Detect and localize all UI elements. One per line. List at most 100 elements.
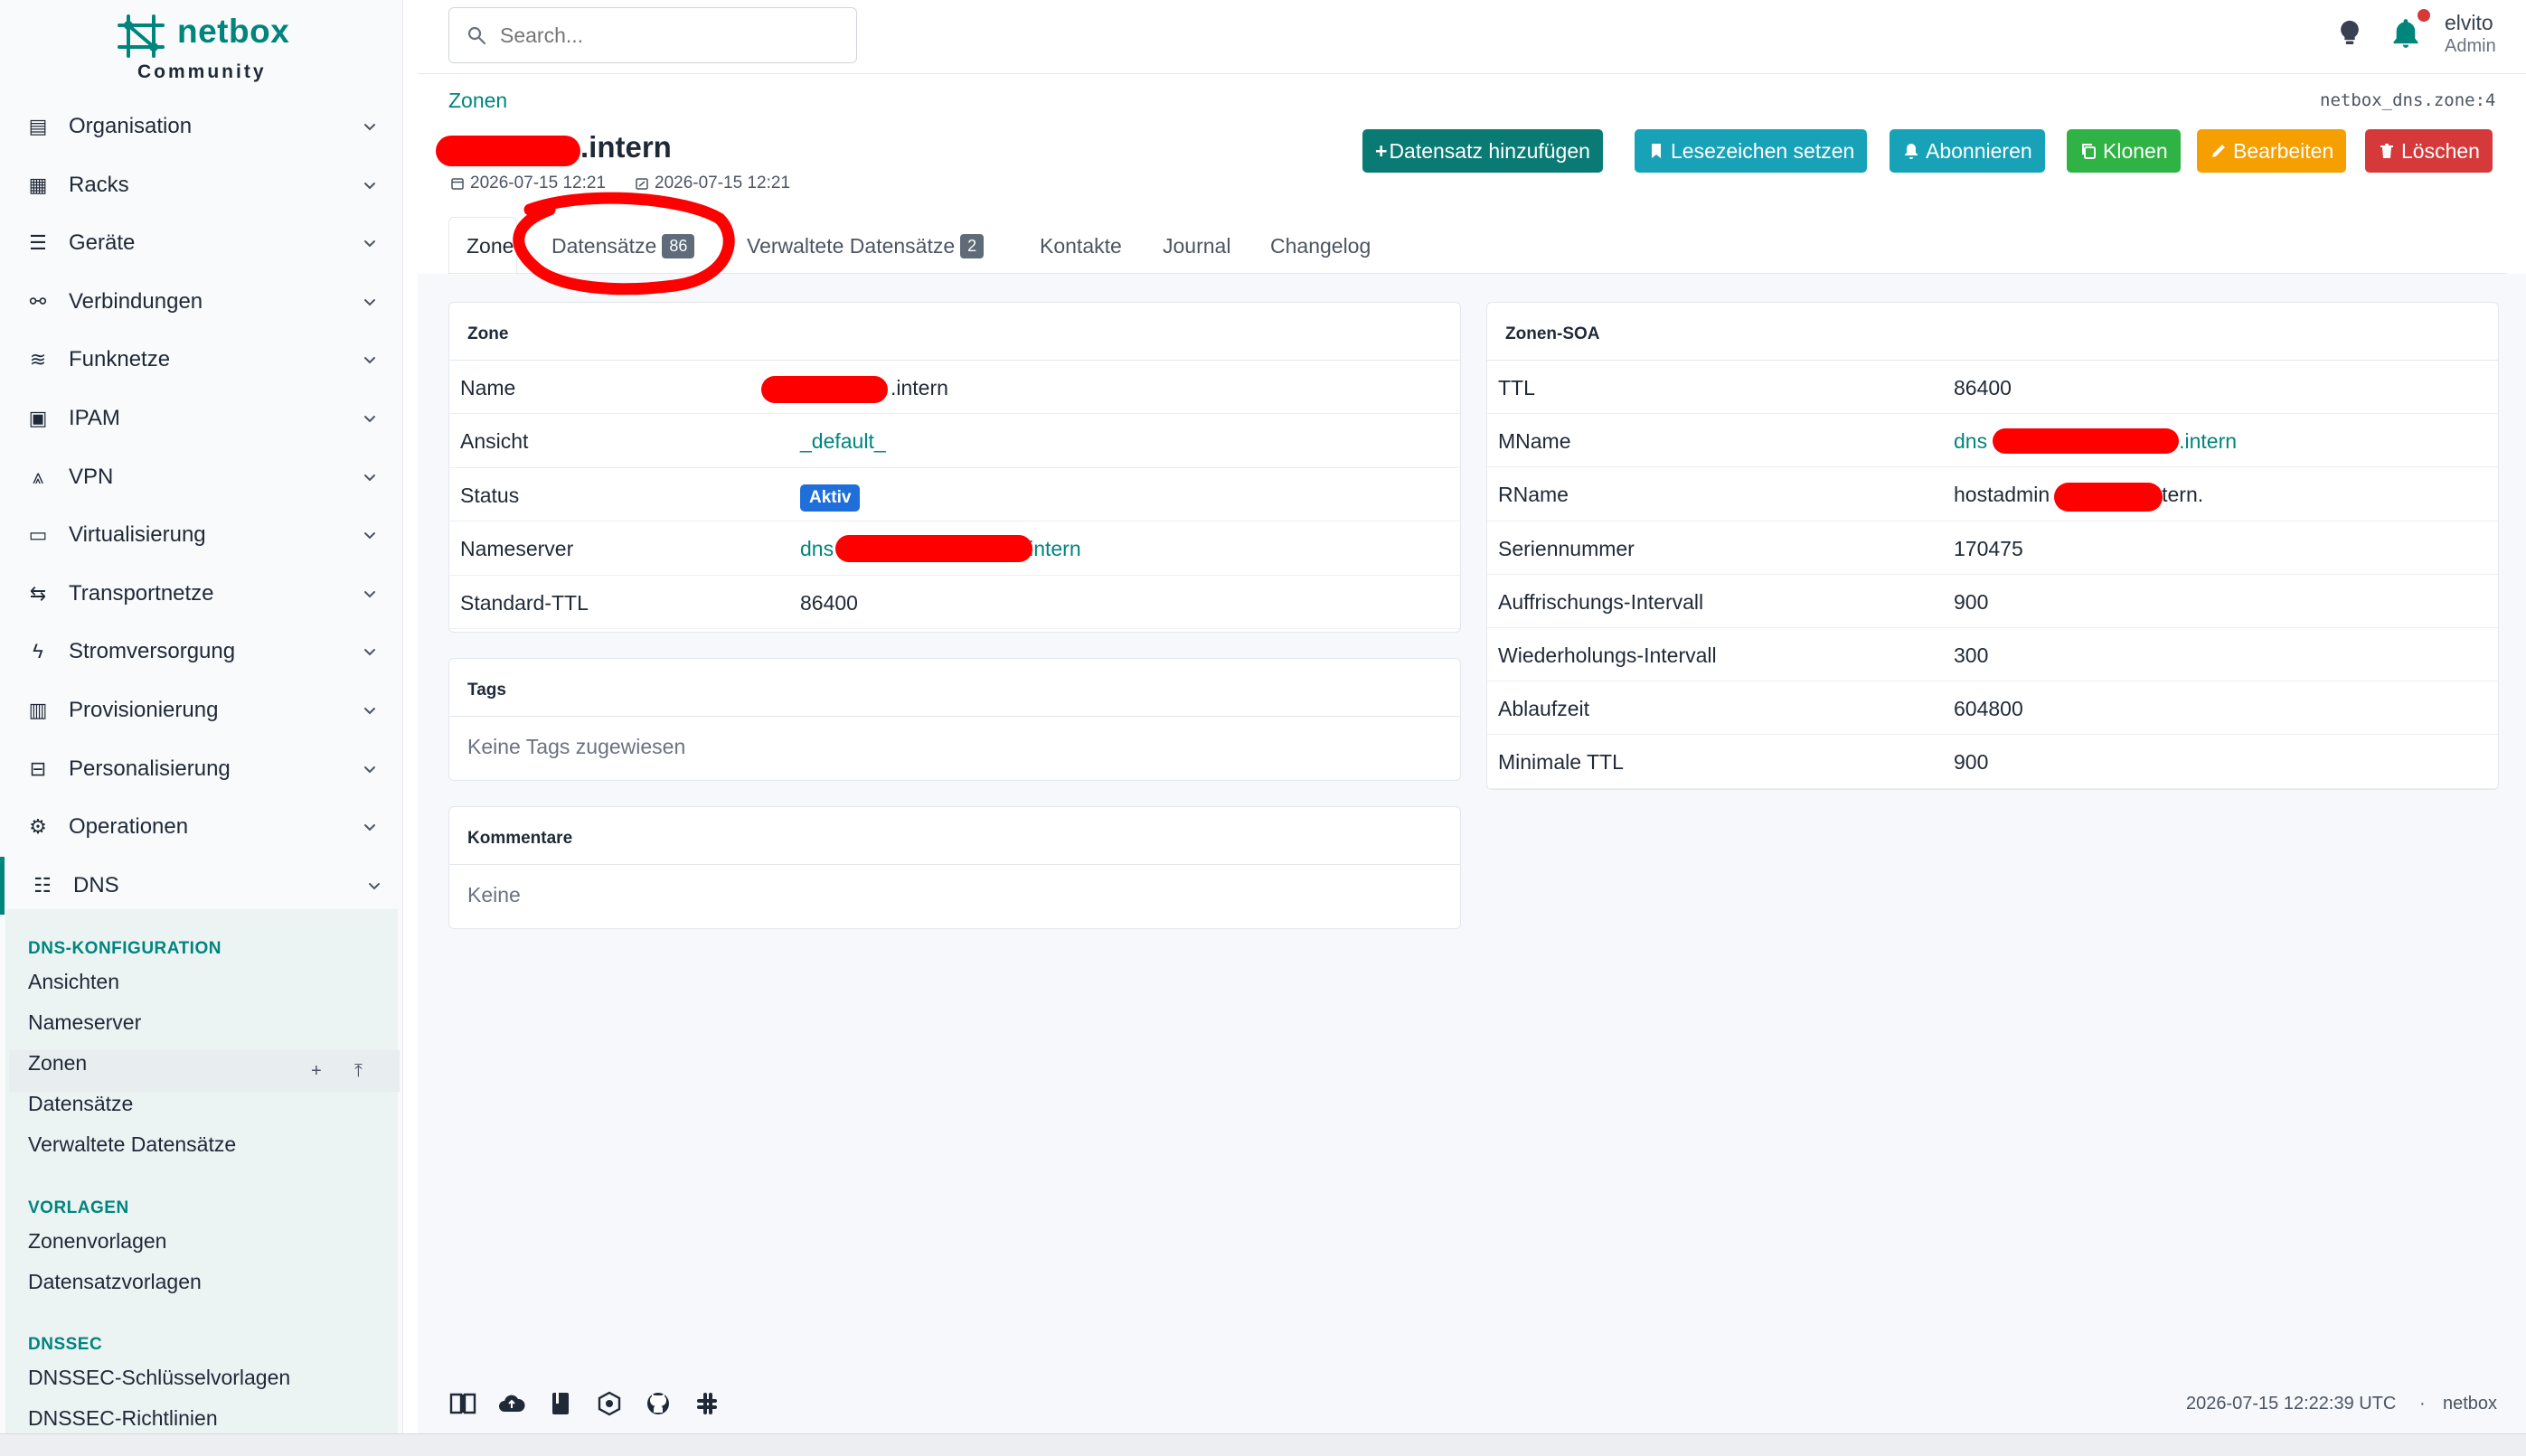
- soa-key: TTL: [1498, 376, 1535, 399]
- transit-icon: ⇆: [29, 581, 47, 605]
- sidebar: netbox Community ▤ Organisation ▦ Racks ☰ Ger…: [0, 0, 403, 1433]
- lightbulb-icon[interactable]: [2334, 18, 2365, 49]
- sidebar-item-dns[interactable]: ☷ DNS: [0, 856, 398, 915]
- comments-card-title: Kommentare: [449, 807, 1460, 865]
- created-value: 2026-07-15 12:21: [470, 174, 607, 193]
- import-zone-icon[interactable]: ⤒: [354, 1061, 363, 1082]
- edit-label: Bearbeiten: [2233, 138, 2334, 163]
- sidebar-subitem-dnssec-richtlinien[interactable]: DNSSEC-Richtlinien: [28, 1406, 218, 1431]
- bookmark-button[interactable]: Lesezeichen setzen: [1635, 129, 1868, 173]
- sidebar-subitem-nameserver[interactable]: Nameserver: [28, 1010, 141, 1035]
- file-document-icon: ▥: [28, 699, 48, 721]
- sidebar-subitem-zonenvorlagen[interactable]: Zonenvorlagen: [28, 1229, 166, 1254]
- sidebar-item-provisionierung[interactable]: ▥ Provisionierung: [0, 681, 398, 739]
- sidebar-item-ipam[interactable]: ▣ IPAM: [0, 390, 398, 447]
- soa-value: 300: [1954, 643, 1989, 667]
- tab-kontakte[interactable]: Kontakte: [1040, 217, 1122, 275]
- breadcrumb-zonen[interactable]: Zonen: [448, 89, 507, 113]
- tags-card: Tags Keine Tags zugewiesen: [448, 658, 1461, 781]
- tab-journal[interactable]: Journal: [1163, 217, 1230, 275]
- tags-empty: Keine Tags zugewiesen: [467, 735, 686, 758]
- search-input[interactable]: [500, 17, 844, 53]
- zone-row-ansicht: Ansicht _default_: [449, 414, 1460, 468]
- add-zone-icon[interactable]: +: [311, 1061, 322, 1082]
- user-name[interactable]: elvito: [2445, 11, 2493, 35]
- sidebar-item-stromversorgung[interactable]: ϟ Stromversorgung: [0, 623, 398, 681]
- cable-icon: ⚯: [29, 289, 47, 313]
- cloud-icon[interactable]: [497, 1390, 526, 1417]
- search-box[interactable]: [448, 7, 857, 63]
- soa-value: 900: [1954, 750, 1989, 775]
- sidebar-item-verbindungen[interactable]: ⚯ Verbindungen: [0, 273, 398, 331]
- brand-name: netbox: [177, 13, 290, 50]
- sidebar-item-transportnetze[interactable]: ⇆ Transportnetze: [0, 565, 398, 623]
- slack-icon[interactable]: [693, 1390, 721, 1417]
- subscribe-button[interactable]: Abonnieren: [1890, 129, 2045, 173]
- clone-button[interactable]: Klonen: [2067, 129, 2181, 173]
- sidebar-item-racks[interactable]: ▦ Racks: [0, 156, 398, 214]
- value-prefix: dns: [1954, 429, 1988, 454]
- soa-row-ttl: TTL 86400: [1487, 361, 2498, 415]
- brand-edition: Community: [137, 61, 267, 82]
- sidebar-item-funknetze[interactable]: ≋ Funknetze: [0, 331, 398, 389]
- notebook-icon[interactable]: [546, 1390, 575, 1417]
- soa-row-ablaufzeit: Ablaufzeit 604800: [1487, 681, 2498, 736]
- sidebar-subitem-datensätze[interactable]: Datensätze: [28, 1092, 133, 1116]
- sidebar-subitem-ansichten[interactable]: Ansichten: [28, 970, 119, 994]
- sidebar-item-virtualisierung[interactable]: ▭ Virtualisierung: [0, 506, 398, 564]
- status-badge: Aktiv: [800, 484, 861, 512]
- book-icon[interactable]: [448, 1390, 477, 1417]
- footer-timestamp: 2026-07-15 12:22:39 UTC: [2186, 1394, 2397, 1414]
- calendar-edit-icon: [636, 178, 648, 190]
- sidebar-item-personalisierung[interactable]: ⊟ Personalisierung: [0, 740, 398, 798]
- netbox-logo[interactable]: netbox Community: [116, 9, 306, 85]
- sidebar-subitem-verwaltete-datensätze[interactable]: Verwaltete Datensätze: [28, 1132, 236, 1157]
- monitor-icon: ▭: [28, 523, 48, 547]
- subscribe-label: Abonnieren: [1926, 138, 2032, 163]
- bell-icon: [1905, 144, 1918, 159]
- user-role: Admin: [2445, 36, 2496, 56]
- updated-value: 2026-07-15 12:21: [655, 174, 791, 193]
- tab-label: Changelog: [1270, 233, 1371, 258]
- soa-value: 86400: [1954, 376, 2012, 399]
- server-icon: ☰: [29, 231, 47, 255]
- add-record-button[interactable]: + Datensatz hinzufügen: [1362, 129, 1603, 173]
- delete-label: Löschen: [2401, 138, 2480, 163]
- netbox-logo-icon: [118, 14, 165, 58]
- tab-changelog[interactable]: Changelog: [1270, 217, 1371, 275]
- soa-row-auffrischungs-intervall: Auffrischungs-Intervall 900: [1487, 575, 2498, 628]
- sidebar-subitem-datensatzvorlagen[interactable]: Datensatzvorlagen: [28, 1270, 202, 1294]
- zone-value: 86400: [800, 590, 858, 615]
- sidebar-item-label: Funknetze: [69, 347, 171, 372]
- view-link[interactable]: _default_: [800, 429, 886, 453]
- redaction-mark: [2054, 483, 2163, 512]
- tab-verwaltete-datensätze[interactable]: Verwaltete Datensätze 2: [747, 217, 985, 275]
- sidebar-item-label: Transportnetze: [69, 580, 214, 606]
- notification-bell-icon[interactable]: [2389, 16, 2423, 51]
- tab-label: Verwaltete Datensätze: [747, 233, 956, 258]
- zone-key: Name: [460, 376, 516, 399]
- sidebar-item-label: Racks: [69, 172, 129, 197]
- topbar: elvito Admin: [418, 0, 2526, 74]
- sidebar-item-organisation[interactable]: ▤ Organisation: [0, 98, 398, 155]
- pencil-icon: [2212, 145, 2225, 157]
- chevron-down-icon: [369, 882, 380, 890]
- soa-row-wiederholungs-intervall: Wiederholungs-Intervall 300: [1487, 628, 2498, 682]
- sidebar-item-label: VPN: [69, 464, 114, 489]
- zone-row-name: Name .intern: [449, 361, 1460, 415]
- sidebar-item-vpn[interactable]: ⩓ VPN: [0, 448, 398, 506]
- sidebar-item-operationen[interactable]: ⚙ Operationen: [0, 798, 398, 856]
- edit-button[interactable]: Bearbeiten: [2197, 129, 2347, 173]
- counter-icon: ▣: [28, 407, 48, 429]
- delete-button[interactable]: Löschen: [2365, 129, 2493, 173]
- sidebar-subitem-zonen[interactable]: Zonen: [28, 1051, 87, 1076]
- clone-label: Klonen: [2103, 138, 2168, 163]
- sidebar-subitem-dnssec-schlüsselvorlagen[interactable]: DNSSEC-Schlüsselvorlagen: [28, 1366, 290, 1390]
- api-icon[interactable]: [595, 1390, 624, 1417]
- github-icon[interactable]: [644, 1390, 673, 1417]
- sidebar-item-label: Operationen: [69, 814, 189, 840]
- updated-date: 2026-07-15 12:21: [635, 174, 790, 193]
- red-annotation-circle: [513, 192, 735, 296]
- tab-count-badge: 2: [960, 233, 985, 258]
- sidebar-item-ger-te[interactable]: ☰ Geräte: [0, 214, 398, 272]
